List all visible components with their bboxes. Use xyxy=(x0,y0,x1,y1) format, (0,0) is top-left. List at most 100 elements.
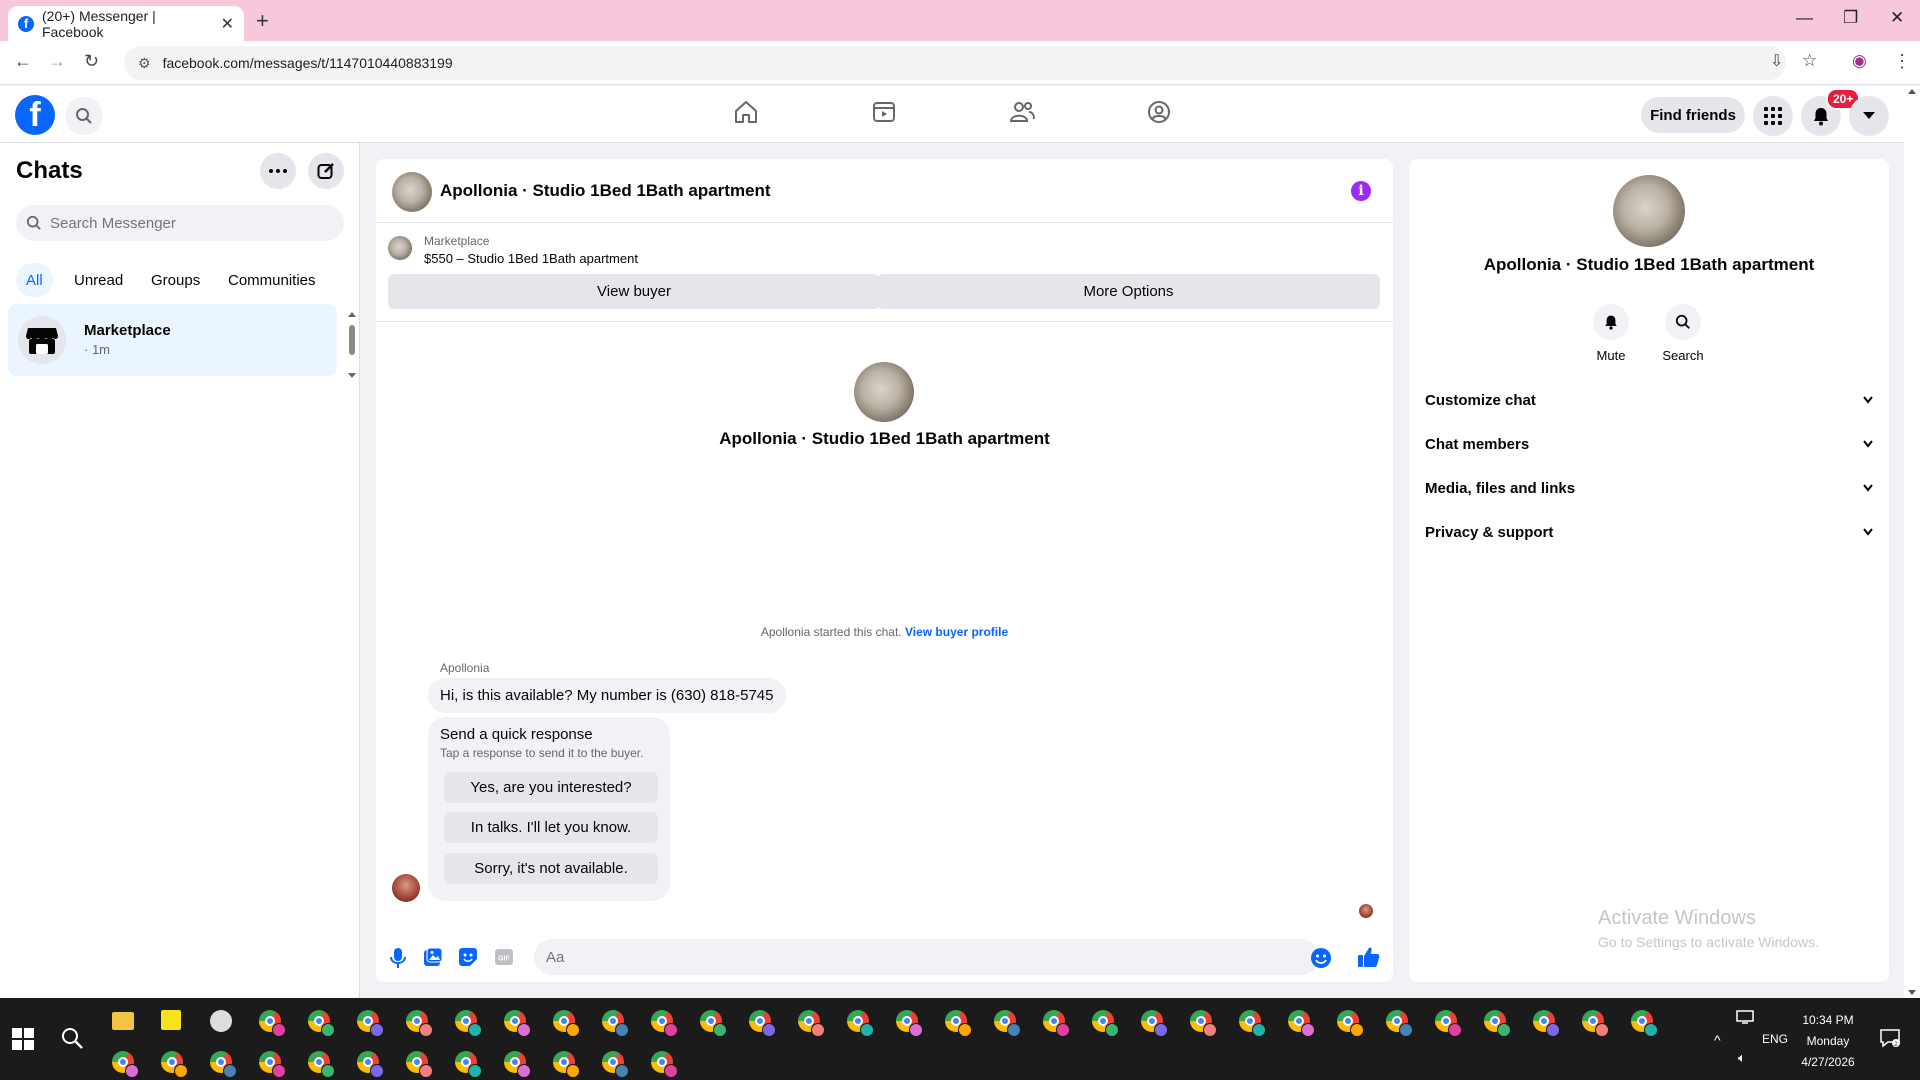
chrome-window-icon[interactable] xyxy=(1631,1010,1658,1037)
chrome-window-icon[interactable] xyxy=(308,1010,335,1037)
chrome-window-icon[interactable] xyxy=(161,1051,188,1078)
listing-avatar[interactable] xyxy=(392,172,432,212)
show-hidden-icons-chevron-icon[interactable]: ^ xyxy=(1714,1032,1721,1048)
new-message-icon[interactable] xyxy=(308,153,344,189)
search-conversation-button[interactable]: Search xyxy=(1643,304,1723,363)
conversation-title[interactable]: Apollonia · Studio 1Bed 1Bath apartment xyxy=(440,181,771,201)
chrome-window-icon[interactable] xyxy=(1337,1010,1364,1037)
view-buyer-profile-link[interactable]: View buyer profile xyxy=(905,625,1008,639)
gif-icon[interactable]: GIF xyxy=(495,948,513,966)
chrome-window-icon[interactable] xyxy=(1239,1010,1266,1037)
view-buyer-button[interactable]: View buyer xyxy=(388,274,880,309)
photo-icon[interactable] xyxy=(424,948,442,966)
taskbar-search-icon[interactable] xyxy=(60,1026,84,1050)
filter-unread[interactable]: Unread xyxy=(64,263,133,297)
microphone-icon[interactable] xyxy=(390,948,406,968)
chrome-window-icon[interactable] xyxy=(945,1010,972,1037)
filter-all[interactable]: All xyxy=(16,263,53,297)
chrome-window-icon[interactable] xyxy=(749,1010,776,1037)
chrome-window-icon[interactable] xyxy=(700,1010,727,1037)
chrome-window-icon[interactable] xyxy=(259,1051,286,1078)
close-window-icon[interactable]: ✕ xyxy=(1890,8,1904,28)
chat-list-item[interactable]: Marketplace · 1m xyxy=(8,304,337,376)
info-icon[interactable]: i xyxy=(1351,181,1371,201)
chat-members-section[interactable]: Chat members xyxy=(1425,426,1873,462)
new-tab-icon[interactable]: + xyxy=(256,8,269,34)
privacy-support-section[interactable]: Privacy & support xyxy=(1425,514,1873,550)
like-thumb-icon[interactable] xyxy=(1358,946,1380,968)
chrome-window-icon[interactable] xyxy=(896,1010,923,1037)
browser-menu-icon[interactable]: ⋮ xyxy=(1893,51,1911,72)
more-options-icon[interactable] xyxy=(260,153,296,189)
facebook-search-icon[interactable] xyxy=(65,97,103,135)
reload-icon[interactable]: ↻ xyxy=(84,51,99,72)
restore-icon[interactable]: ❐ xyxy=(1843,8,1858,28)
sidebar-scrollbar[interactable] xyxy=(348,311,356,379)
chrome-window-icon[interactable] xyxy=(994,1010,1021,1037)
action-center-icon[interactable]: 2 xyxy=(1880,1028,1900,1048)
file-explorer-icon[interactable] xyxy=(112,1012,134,1030)
chrome-window-icon[interactable] xyxy=(1386,1010,1413,1037)
chrome-window-icon[interactable] xyxy=(651,1051,678,1078)
chrome-window-icon[interactable] xyxy=(406,1010,433,1037)
chrome-window-icon[interactable] xyxy=(1435,1010,1462,1037)
emoji-icon[interactable] xyxy=(1311,948,1331,968)
quick-response-not-available[interactable]: Sorry, it's not available. xyxy=(444,853,658,884)
chrome-window-icon[interactable] xyxy=(1533,1010,1560,1037)
chrome-window-icon[interactable] xyxy=(1092,1010,1119,1037)
chrome-window-icon[interactable] xyxy=(308,1051,335,1078)
back-icon[interactable]: ← xyxy=(14,51,32,72)
chrome-window-icon[interactable] xyxy=(847,1010,874,1037)
chrome-window-icon[interactable] xyxy=(357,1051,384,1078)
facebook-logo-icon[interactable]: f xyxy=(15,95,55,135)
filter-communities[interactable]: Communities xyxy=(218,263,326,297)
chrome-window-icon[interactable] xyxy=(406,1051,433,1078)
chrome-window-icon[interactable] xyxy=(455,1010,482,1037)
chrome-window-icon[interactable] xyxy=(1582,1010,1609,1037)
menu-grid-icon[interactable] xyxy=(1753,96,1793,136)
chrome-window-icon[interactable] xyxy=(651,1010,678,1037)
chrome-window-icon[interactable] xyxy=(112,1051,139,1078)
video-icon[interactable] xyxy=(871,99,897,125)
site-info-icon[interactable]: ⚙ xyxy=(138,55,151,72)
install-app-icon[interactable]: ⇩ xyxy=(1770,51,1783,71)
chrome-window-icon[interactable] xyxy=(504,1051,531,1078)
minimize-icon[interactable]: — xyxy=(1796,8,1813,28)
customize-chat-section[interactable]: Customize chat xyxy=(1425,382,1873,418)
quick-response-yes[interactable]: Yes, are you interested? xyxy=(444,772,658,803)
windows-start-icon[interactable] xyxy=(12,1028,34,1050)
chrome-window-icon[interactable] xyxy=(504,1010,531,1037)
chrome-window-icon[interactable] xyxy=(553,1010,580,1037)
network-icon[interactable] xyxy=(1736,1010,1754,1024)
chrome-window-icon[interactable] xyxy=(602,1010,629,1037)
forward-icon[interactable]: → xyxy=(48,51,66,72)
find-friends-button[interactable]: Find friends xyxy=(1641,97,1745,133)
account-chevron-icon[interactable] xyxy=(1849,96,1889,136)
sticker-icon[interactable] xyxy=(459,948,477,966)
search-messenger-input[interactable] xyxy=(50,214,330,232)
close-tab-icon[interactable]: ✕ xyxy=(221,14,234,34)
chrome-window-icon[interactable] xyxy=(1141,1010,1168,1037)
chrome-window-icon[interactable] xyxy=(553,1051,580,1078)
friends-icon[interactable] xyxy=(1008,99,1036,125)
quick-response-in-talks[interactable]: In talks. I'll let you know. xyxy=(444,812,658,843)
message-bubble[interactable]: Hi, is this available? My number is (630… xyxy=(428,678,786,713)
bookmark-star-icon[interactable]: ☆ xyxy=(1802,51,1817,71)
home-icon[interactable] xyxy=(733,99,759,125)
media-files-links-section[interactable]: Media, files and links xyxy=(1425,470,1873,506)
chrome-window-icon[interactable] xyxy=(1190,1010,1217,1037)
chrome-window-icon[interactable] xyxy=(210,1051,237,1078)
chrome-window-icon[interactable] xyxy=(602,1051,629,1078)
mute-button[interactable]: Mute xyxy=(1571,304,1651,363)
gaming-icon[interactable] xyxy=(1146,99,1172,125)
volume-icon[interactable]: 🔈︎ xyxy=(1738,1050,1746,1066)
chrome-window-icon[interactable] xyxy=(1288,1010,1315,1037)
chrome-window-icon[interactable] xyxy=(1043,1010,1070,1037)
chrome-window-icon[interactable] xyxy=(357,1010,384,1037)
chrome-window-icon[interactable] xyxy=(455,1051,482,1078)
taskbar-clock[interactable]: 10:34 PM Monday 4/27/2026 xyxy=(1792,1010,1864,1073)
input-language[interactable]: ENG xyxy=(1762,1032,1788,1046)
chrome-window-icon[interactable] xyxy=(259,1010,286,1037)
paint-icon[interactable] xyxy=(210,1010,232,1032)
chrome-window-icon[interactable] xyxy=(798,1010,825,1037)
